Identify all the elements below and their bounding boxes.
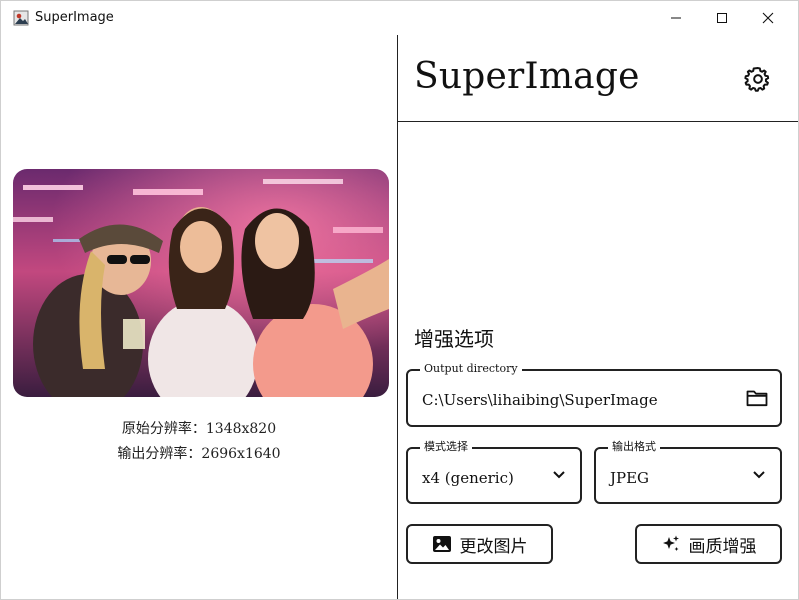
change-image-button[interactable]: 更改图片 xyxy=(406,524,553,564)
chevron-down-icon xyxy=(753,471,765,479)
vertical-divider xyxy=(397,35,398,599)
chevron-down-icon xyxy=(553,471,565,479)
title-bar: SuperImage xyxy=(1,1,798,35)
preview-image xyxy=(13,169,389,397)
settings-button[interactable] xyxy=(744,65,772,93)
maximize-button[interactable] xyxy=(699,1,745,35)
enhance-quality-label: 画质增强 xyxy=(688,536,757,557)
preview-photo-illustration xyxy=(13,169,389,397)
window-title: SuperImage xyxy=(35,10,114,25)
app-window: SuperImage 原始分辨率：1348x820 输出分辨率：2696x164… xyxy=(0,0,799,600)
app-brand-title: SuperImage xyxy=(414,56,640,97)
maximize-icon xyxy=(717,13,727,23)
format-select[interactable]: 输出格式 JPEG xyxy=(594,440,782,504)
minimize-icon xyxy=(671,17,681,19)
mode-select-label: 模式选择 xyxy=(420,440,472,454)
enhance-options-heading: 增强选项 xyxy=(414,327,494,351)
mode-select[interactable]: 模式选择 x4 (generic) xyxy=(406,440,582,504)
folder-icon[interactable] xyxy=(746,389,768,407)
header-divider xyxy=(398,121,798,122)
image-icon xyxy=(432,536,451,552)
enhance-quality-button[interactable]: 画质增强 xyxy=(635,524,782,564)
mode-select-value: x4 (generic) xyxy=(422,469,514,487)
original-resolution-text: 原始分辨率：1348x820 xyxy=(121,421,277,437)
close-icon xyxy=(762,12,774,24)
output-directory-field[interactable]: Output directory C:\Users\lihaibing\Supe… xyxy=(406,362,782,427)
change-image-label: 更改图片 xyxy=(459,536,528,557)
gear-icon xyxy=(744,67,770,92)
output-directory-value: C:\Users\lihaibing\SuperImage xyxy=(422,391,658,409)
sparkle-icon xyxy=(662,535,679,551)
format-select-label: 输出格式 xyxy=(608,440,660,454)
app-logo-icon xyxy=(13,10,29,26)
minimize-button[interactable] xyxy=(653,1,699,35)
format-select-value: JPEG xyxy=(610,469,650,487)
output-directory-label: Output directory xyxy=(420,362,522,376)
close-button[interactable] xyxy=(745,1,791,35)
output-resolution-text: 输出分辨率：2696x1640 xyxy=(117,446,281,462)
